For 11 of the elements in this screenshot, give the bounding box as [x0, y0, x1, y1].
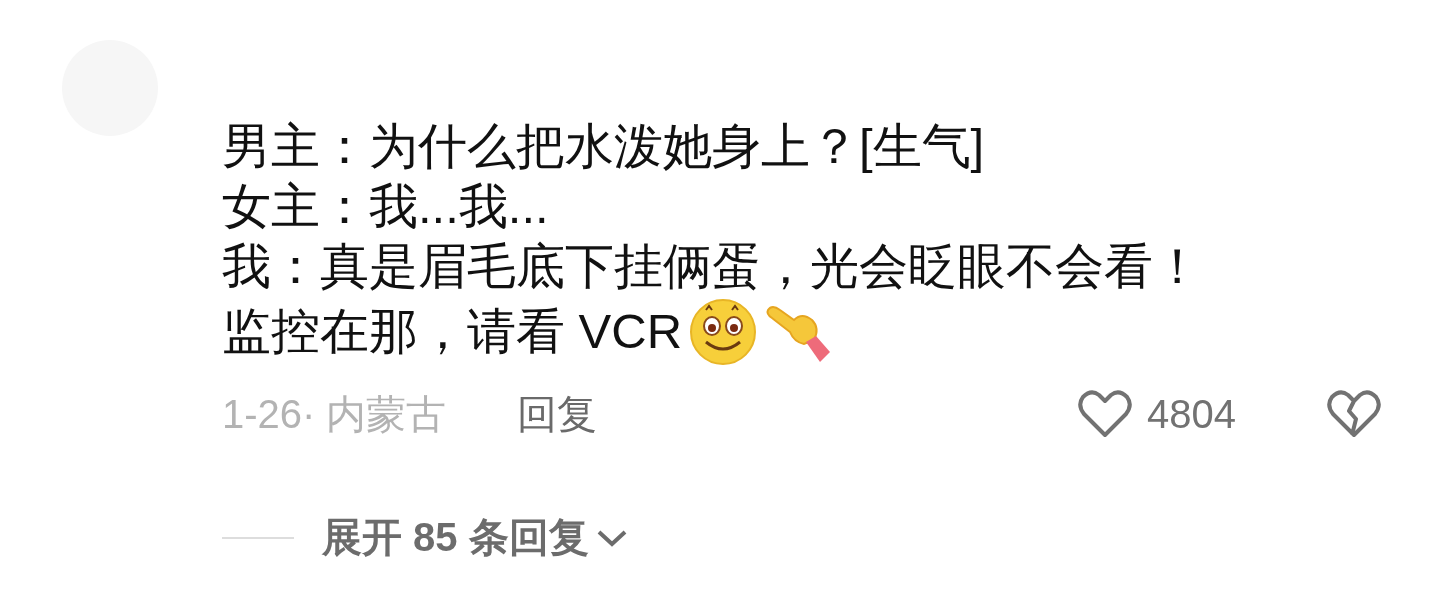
like-count: 4804 — [1147, 391, 1236, 437]
smiley-icon — [688, 296, 759, 366]
broken-heart-icon[interactable] — [1326, 389, 1382, 439]
heart-icon[interactable] — [1077, 389, 1133, 439]
reply-button[interactable]: 回复 — [516, 386, 597, 442]
comment-date-location: 1-26· 内蒙古 — [222, 390, 447, 438]
comment-line: 男主：为什么把水泼她身上？[生气] — [222, 118, 985, 175]
comment-line: 我：真是眉毛底下挂俩蛋，光会眨眼不会看！ — [222, 238, 1202, 295]
expand-replies-button[interactable]: 展开 85 条回复 — [322, 510, 629, 565]
comment-line: 监控在那，请看 VCR — [222, 303, 683, 360]
comment-line: 女主：我...我... — [222, 178, 549, 235]
